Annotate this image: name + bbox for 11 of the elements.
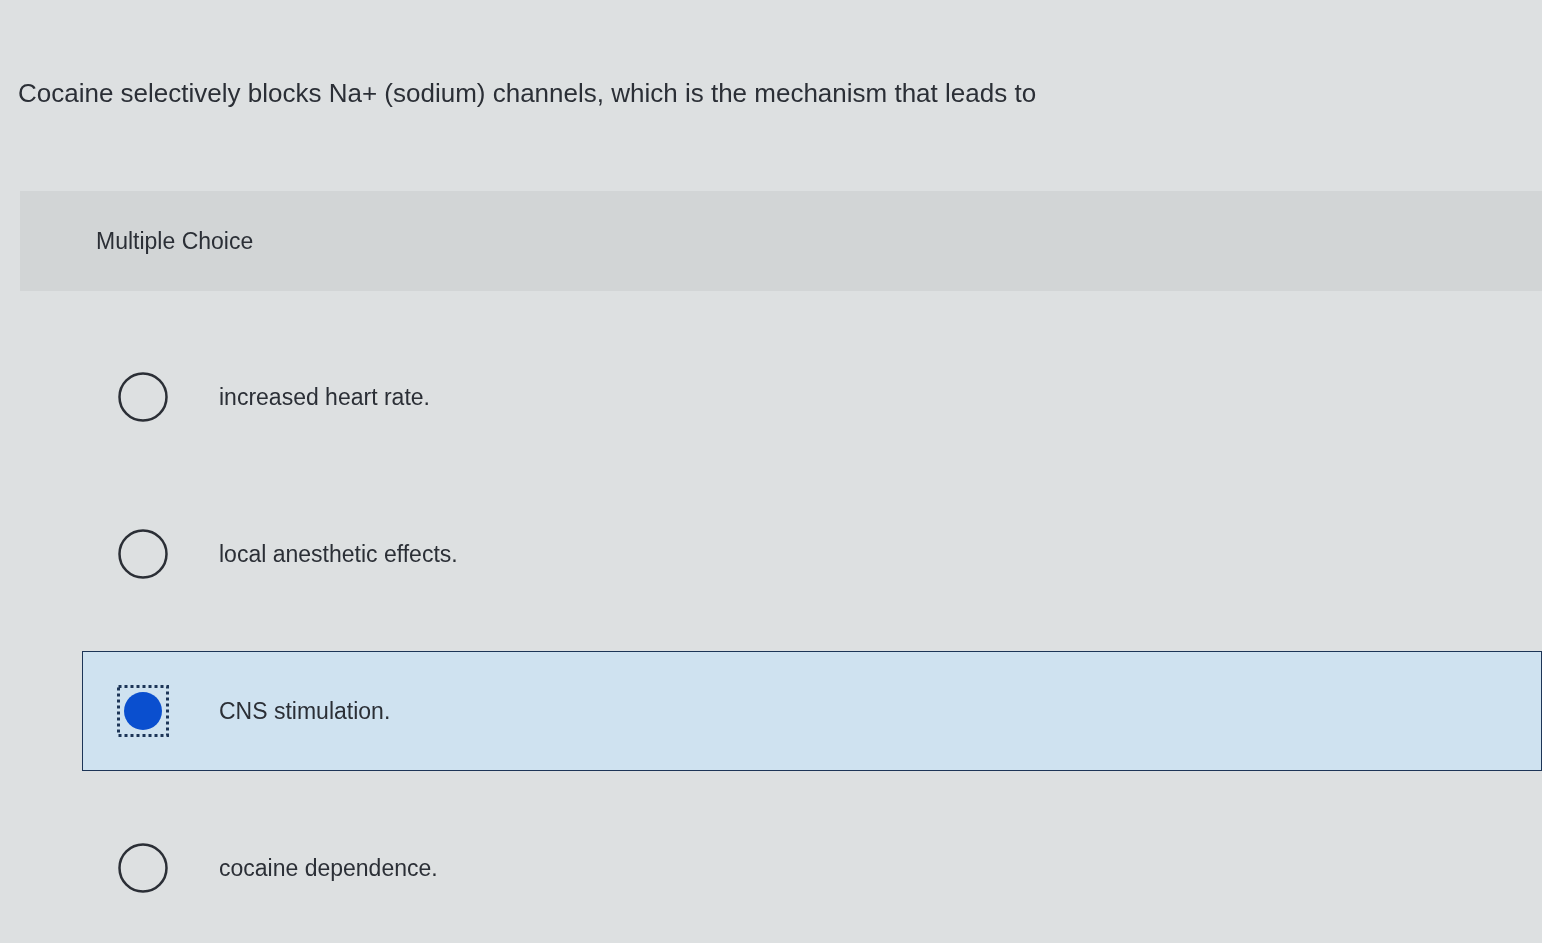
radio-button[interactable] xyxy=(117,527,169,580)
question-text: Cocaine selectively blocks Na+ (sodium) channels, which is the mechanism that leads to xyxy=(18,77,1037,110)
selected-answer-row[interactable]: CNS stimulation. xyxy=(82,650,1542,771)
option-label[interactable]: local anesthetic effects. xyxy=(219,536,458,572)
option-label[interactable]: cocaine dependence. xyxy=(219,850,438,886)
option-label[interactable]: CNS stimulation. xyxy=(219,693,391,729)
radio-button[interactable] xyxy=(117,370,169,423)
option-label[interactable]: increased heart rate. xyxy=(219,379,430,415)
panel-heading: Multiple Choice xyxy=(96,226,254,256)
radio-button[interactable] xyxy=(117,684,169,737)
radio-button[interactable] xyxy=(117,841,169,894)
